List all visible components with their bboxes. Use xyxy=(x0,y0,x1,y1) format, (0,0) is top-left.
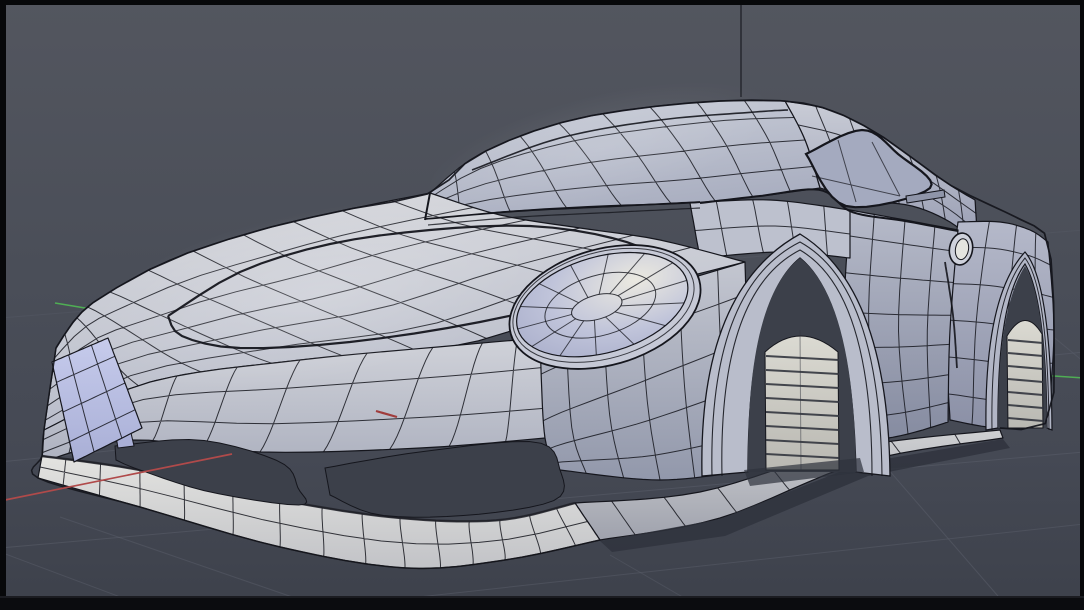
front-fender-top-mesh xyxy=(689,199,851,259)
viewport-3d[interactable] xyxy=(0,0,1084,610)
viewport-frame xyxy=(0,0,1084,610)
rear-wheel-well xyxy=(1006,320,1044,429)
